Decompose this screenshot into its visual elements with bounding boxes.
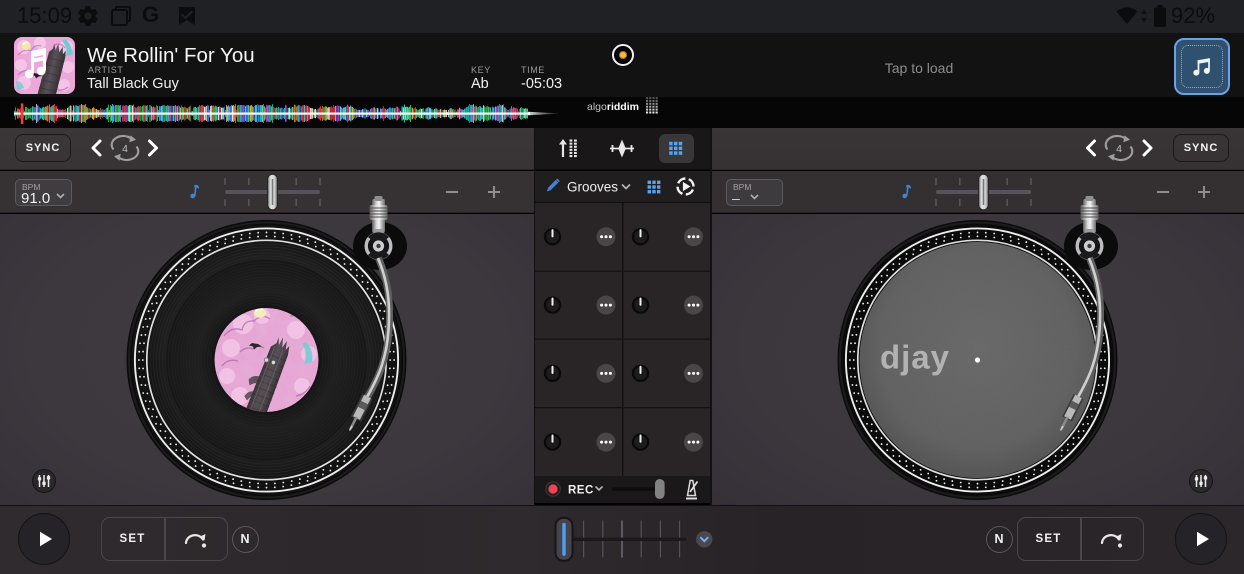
svg-text:REC: REC bbox=[568, 485, 594, 497]
svg-text:4: 4 bbox=[1116, 143, 1122, 155]
svg-text:Grooves: Grooves bbox=[567, 180, 618, 195]
svg-text:4: 4 bbox=[122, 143, 128, 155]
